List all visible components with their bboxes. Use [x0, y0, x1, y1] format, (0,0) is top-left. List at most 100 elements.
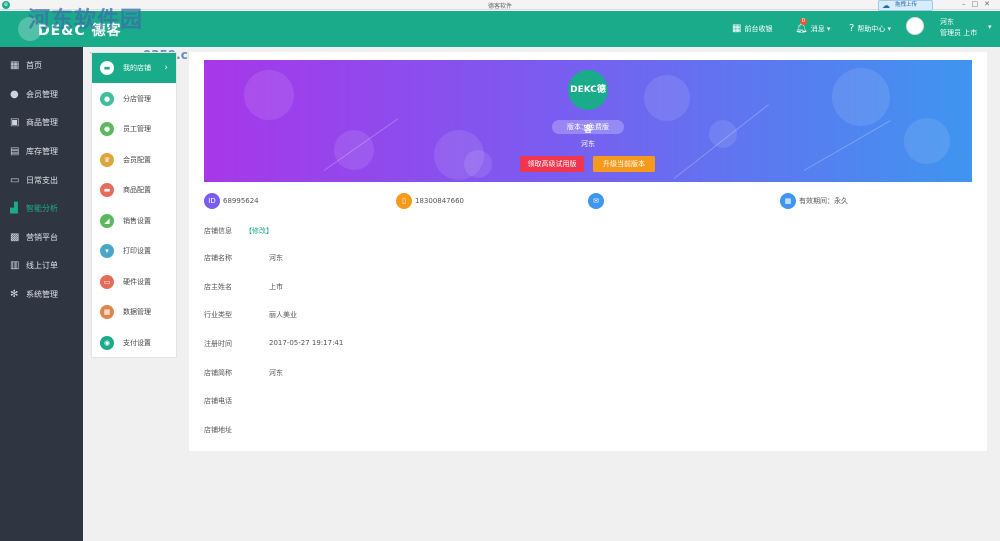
field-label: 店主姓名 [204, 283, 232, 291]
decor-circle [644, 75, 690, 121]
sidebar-item-system[interactable]: ✻ 系统管理 [0, 281, 83, 309]
store-detail-panel: DEKC德客 版本：免费版 河东 领取高级试用版 升级当前版本 ID 689956… [189, 52, 987, 451]
submenu-item-data-management[interactable]: ▦ 数据管理 [92, 297, 176, 327]
submenu-item-label: 硬件设置 [123, 278, 151, 286]
submenu-item-label: 销售设置 [123, 217, 151, 225]
message-button[interactable]: 🔔︎ 消息 ▾ [795, 11, 830, 47]
sidebar-item-products[interactable]: ▣ 商品管理 [0, 109, 83, 137]
sidebar: ▦ 首页 ● 会员管理 ▣ 商品管理 ▤ 库存管理 ▭ 日常支出 ▟ 智能分析 ▩ 营销平台 … [0, 47, 83, 541]
sidebar-item-label: 智能分析 [26, 204, 58, 213]
print-icon: ▾ [100, 244, 114, 258]
sidebar-item-expenses[interactable]: ▭ 日常支出 [0, 167, 83, 195]
decor-line [673, 104, 769, 179]
field-value: 河东 [269, 254, 283, 262]
cashier-label: 前台收银 [744, 25, 773, 33]
watermark-text: 河东软件园 [28, 8, 144, 33]
mail-icon: ✉ [588, 193, 604, 209]
submenu-item-label: 分店管理 [123, 95, 151, 103]
upload-label: 拖拽上传 [895, 2, 918, 8]
decor-circle [832, 68, 890, 126]
store-id-value: 68995624 [223, 197, 259, 205]
store-id-chip: ID 68995624 [204, 193, 259, 209]
sidebar-item-members[interactable]: ● 会员管理 [0, 81, 83, 109]
sidebar-item-label: 会员管理 [26, 90, 58, 99]
sidebar-item-online-orders[interactable]: ▥ 线上订单 [0, 252, 83, 280]
submenu-item-label: 打印设置 [123, 247, 151, 255]
sidebar-item-label: 营销平台 [26, 233, 58, 242]
store-info-title: 店铺信息 [204, 227, 232, 235]
user-role-text: 管理员 [940, 29, 961, 37]
calendar-icon: ▦ [780, 193, 796, 209]
window-title: 德客软件 [487, 3, 512, 10]
submenu-item-print-settings[interactable]: ▾ 打印设置 [92, 236, 176, 266]
decor-circle [464, 150, 492, 178]
store-submenu: ▬ 我的店铺 › ● 分店管理 ● 员工管理 ♛ 会员配置 ▬ 商品配置 ◢ 销售设置 ▾ 打印… [91, 52, 177, 358]
submenu-item-hardware-settings[interactable]: ▭ 硬件设置 [92, 267, 176, 297]
field-label: 店铺简称 [204, 369, 232, 377]
sidebar-item-label: 首页 [26, 61, 42, 70]
phone-value: 18300847660 [415, 197, 464, 205]
get-trial-button[interactable]: 领取高级试用版 [520, 156, 584, 172]
submenu-item-product-config[interactable]: ▬ 商品配置 [92, 175, 176, 205]
validity-value: 有效期间：永久 [799, 197, 848, 205]
inventory-icon: ▤ [10, 146, 20, 157]
submenu-item-label: 数据管理 [123, 308, 151, 316]
submenu-item-label: 商品配置 [123, 186, 151, 194]
field-label: 店铺电话 [204, 397, 232, 405]
sidebar-item-inventory[interactable]: ▤ 库存管理 [0, 138, 83, 166]
top-header: DE&C 德客 ▦ 前台收银 🔔︎ 消息 ▾ 0 ? 帮助中心 ▾ 河东 管理员 上市… [0, 11, 1000, 47]
window-controls[interactable]: –□✕ [962, 0, 996, 8]
submenu-item-label: 支付设置 [123, 339, 151, 347]
cloud-icon: ☁ [882, 1, 890, 10]
submenu-item-sales-settings[interactable]: ◢ 销售设置 [92, 206, 176, 236]
sidebar-item-label: 日常支出 [26, 176, 58, 185]
submenu-item-my-store[interactable]: ▬ 我的店铺 › [92, 53, 176, 83]
sidebar-item-marketing[interactable]: ▩ 营销平台 [0, 224, 83, 252]
chevron-down-icon[interactable]: ▾ [988, 23, 992, 31]
upgrade-button[interactable]: 升级当前版本 [593, 156, 655, 172]
window-titlebar: e 德客软件 –□✕ [0, 0, 1000, 10]
id-icon: ID [204, 193, 220, 209]
edit-store-link[interactable]: 【修改】 [245, 226, 273, 236]
avatar[interactable] [906, 17, 924, 35]
sidebar-item-label: 商品管理 [26, 118, 58, 127]
phone-icon: ▯ [396, 193, 412, 209]
product-icon: ▬ [100, 183, 114, 197]
submenu-item-branches[interactable]: ● 分店管理 [92, 84, 176, 114]
submenu-item-staff[interactable]: ● 员工管理 [92, 114, 176, 144]
cashier-icon: ▦ [732, 23, 742, 34]
field-label: 行业类型 [204, 311, 232, 319]
sidebar-item-home[interactable]: ▦ 首页 [0, 52, 83, 80]
clipboard-icon: ▥ [10, 260, 20, 271]
crown-icon: ♛ [100, 153, 114, 167]
field-value: 上市 [269, 283, 283, 291]
message-label: 消息 [810, 25, 825, 33]
upload-float-button[interactable]: ☁ 拖拽上传 [878, 0, 933, 11]
cashier-button[interactable]: ▦ 前台收银 [732, 11, 772, 47]
submenu-item-label: 会员配置 [123, 156, 151, 164]
store-logo: DEKC德客 [568, 70, 608, 135]
field-label: 店铺地址 [204, 426, 232, 434]
sidebar-item-label: 线上订单 [26, 261, 58, 270]
submenu-item-member-config[interactable]: ♛ 会员配置 [92, 145, 176, 175]
sales-icon: ◢ [100, 214, 114, 228]
field-label: 注册时间 [204, 340, 232, 348]
staff-icon: ● [100, 122, 114, 136]
store-banner: DEKC德客 版本：免费版 河东 领取高级试用版 升级当前版本 [204, 60, 972, 182]
help-label: 帮助中心 [857, 25, 886, 33]
user-role: 管理员 上市 [940, 28, 977, 38]
field-value: 河东 [269, 369, 283, 377]
version-badge: 版本：免费版 [552, 120, 624, 134]
field-value: 丽人美业 [269, 311, 297, 319]
data-icon: ▦ [100, 305, 114, 319]
decor-line [803, 120, 891, 171]
payment-icon: ◉ [100, 336, 114, 350]
validity-chip: ▦ 有效期间：永久 [780, 193, 848, 209]
hardware-icon: ▭ [100, 275, 114, 289]
user-name[interactable]: 河东 [940, 17, 954, 27]
gift-icon: ▩ [10, 232, 20, 243]
submenu-item-payment-settings[interactable]: ◉ 支付设置 [92, 328, 176, 358]
home-icon: ▦ [10, 60, 20, 71]
help-center-button[interactable]: ? 帮助中心 ▾ [849, 11, 891, 47]
sidebar-item-analytics[interactable]: ▟ 智能分析 [0, 195, 83, 223]
